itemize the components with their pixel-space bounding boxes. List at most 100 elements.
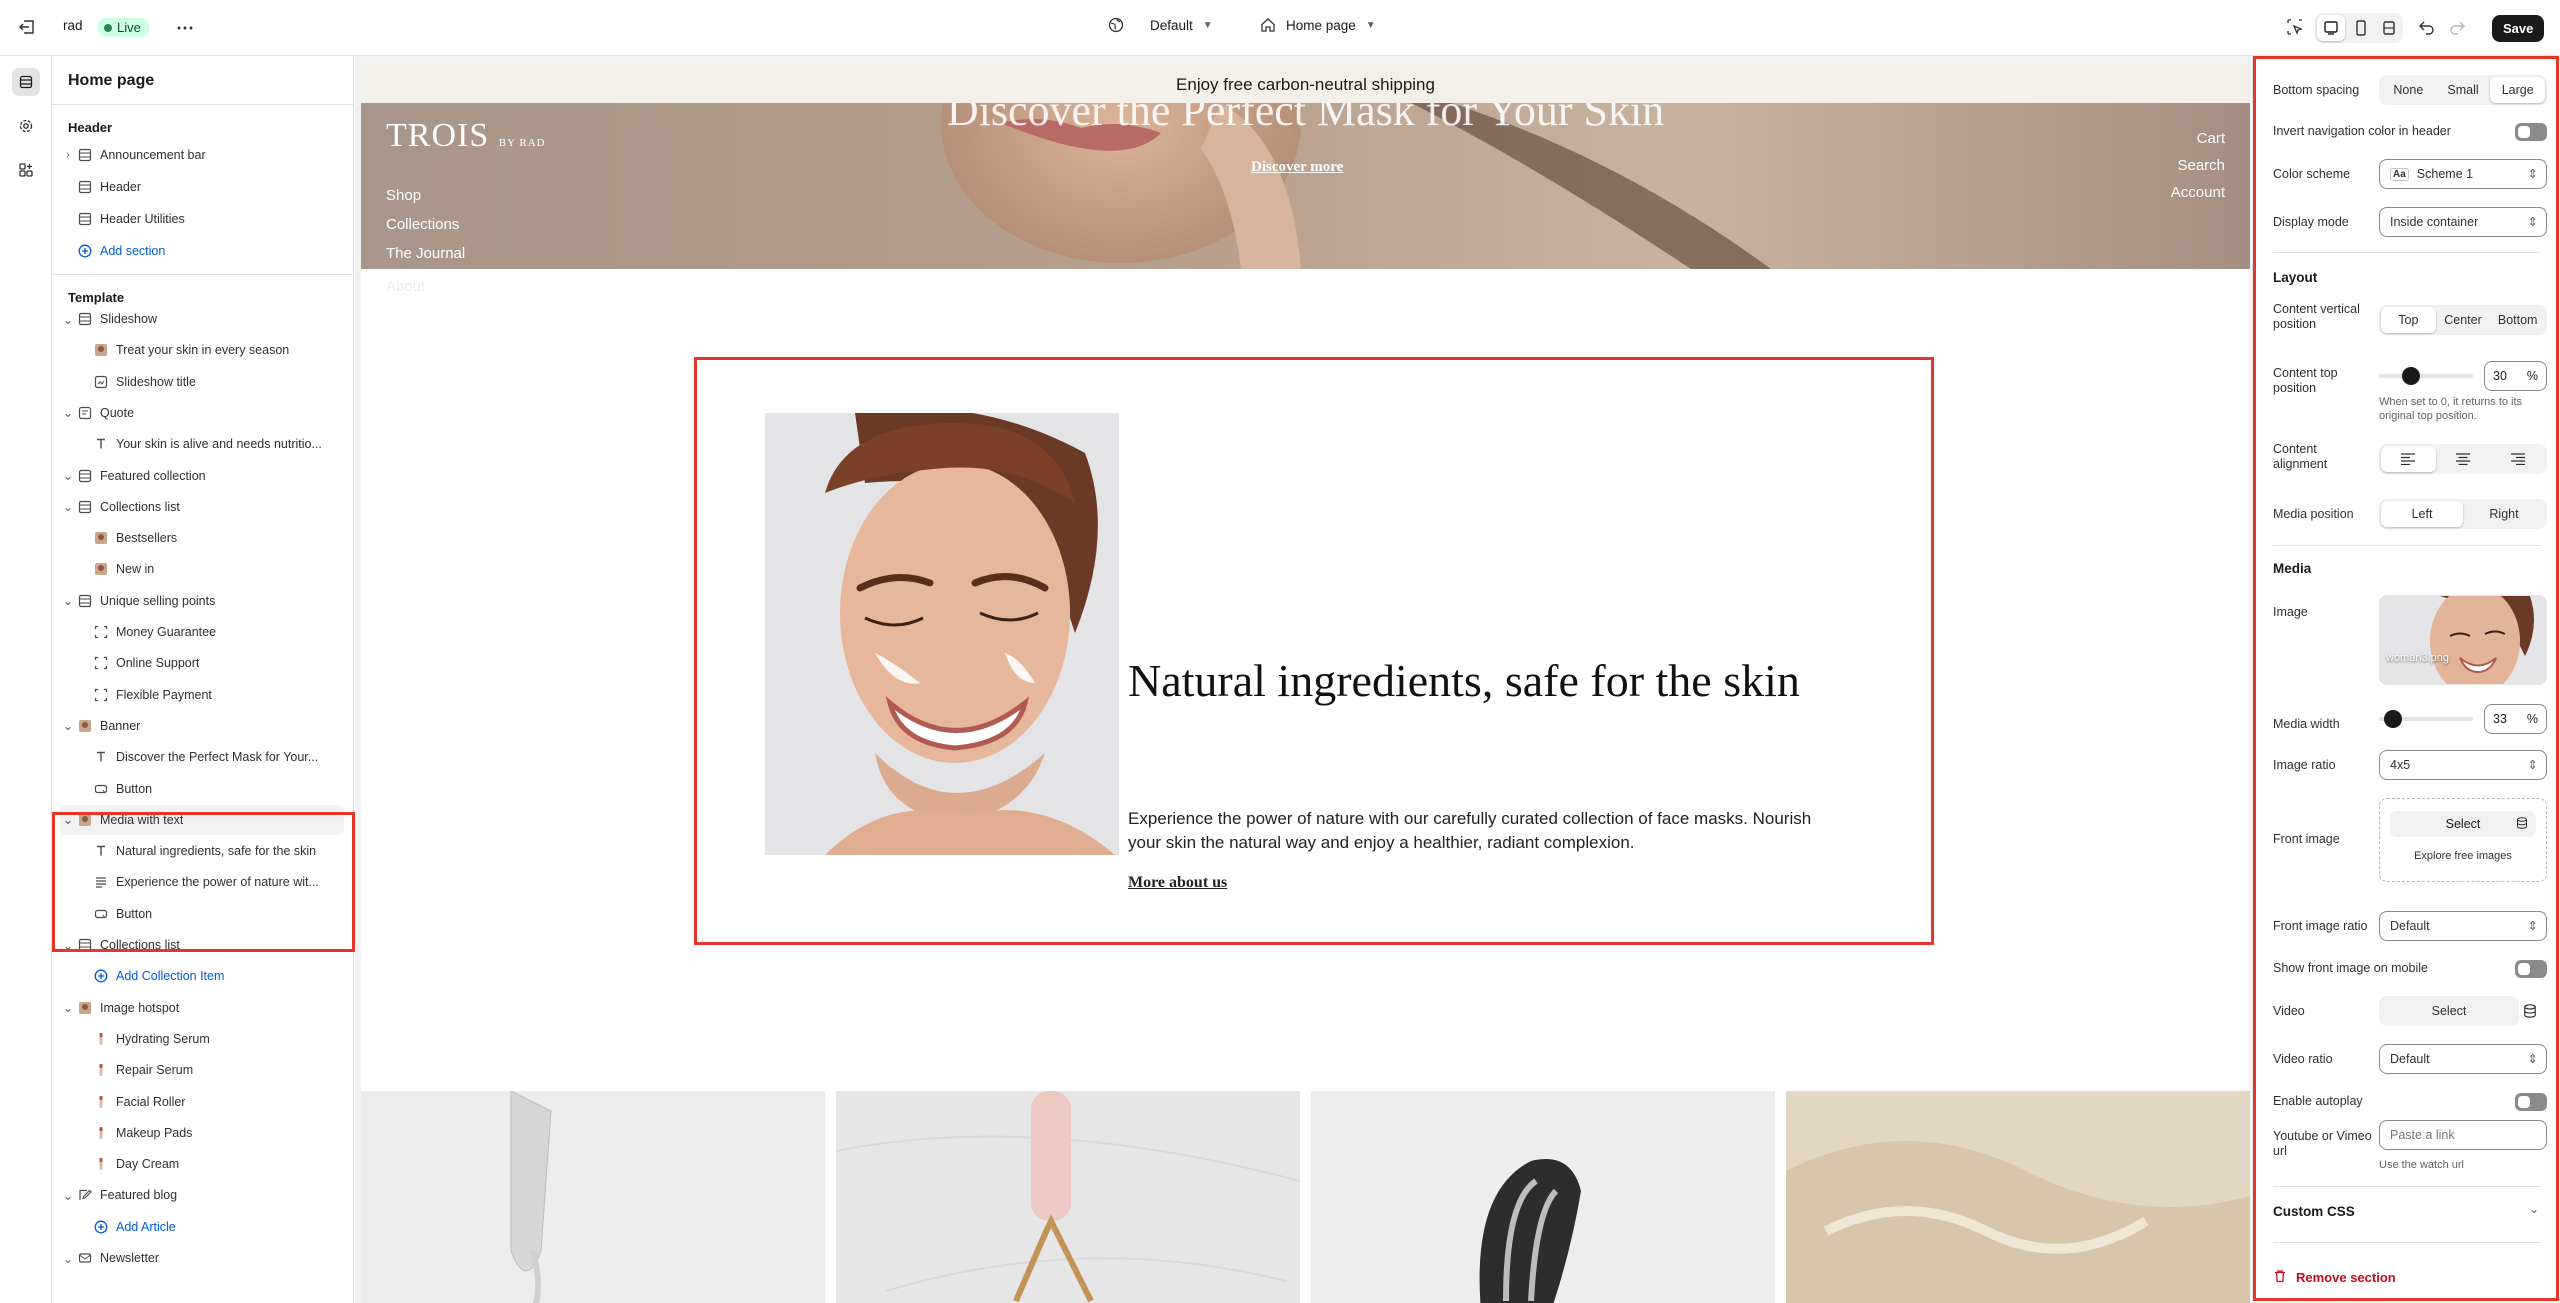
quote-icon [76,404,94,422]
nav-link-collections[interactable]: Collections [386,216,459,233]
cream-swatch-image [1311,1091,1775,1303]
sidebar-block-item[interactable]: Treat your skin in every season [60,335,344,365]
live-label: Live [117,20,141,35]
inspector-icon[interactable] [2286,18,2304,36]
cream-texture-image [1786,1091,2250,1303]
sidebar-block-item[interactable]: Your skin is alive and needs nutritio... [60,429,344,459]
image-thumb-icon [92,560,110,578]
header-group-label: Header [68,120,113,135]
sidebar-item-label: Your skin is alive and needs nutritio... [116,437,322,452]
discover-more-link[interactable]: Discover more [1251,159,1343,176]
section-icon [76,178,94,196]
sidebar-block-item[interactable]: New in [60,554,344,584]
sidebar-section-item[interactable]: ⌄ Quote [60,398,344,428]
sidebar-item-label: Hydrating Serum [116,1031,210,1046]
add-block-button[interactable]: Add Collection Item [60,961,344,991]
sections-icon[interactable] [12,68,40,96]
divider [52,274,353,275]
collection-tile[interactable] [1311,1091,1775,1303]
sidebar-item-label: Featured blog [100,1188,178,1203]
page-label: Home page [1286,17,1356,33]
hotspot-icon [92,1093,110,1111]
sidebar-item-header-utilities[interactable]: Header Utilities [60,204,344,234]
sidebar-item-label: Makeup Pads [116,1125,193,1140]
chevron-right-icon[interactable]: › [60,149,76,161]
nav-link-cart[interactable]: Cart [2197,130,2225,147]
desktop-icon[interactable] [2317,15,2345,41]
nav-link-search[interactable]: Search [2177,157,2225,174]
sidebar-item-label: Unique selling points [100,593,216,608]
sidebar-block-item[interactable]: Slideshow title [60,367,344,397]
chevron-down-icon[interactable]: ⌄ [60,1251,76,1266]
sidebar-item-label: Flexible Payment [116,687,212,702]
nav-link-about[interactable]: About [386,278,425,295]
announcement-bar[interactable]: Enjoy free carbon-neutral shipping [361,66,2250,103]
sidebar-section-item[interactable]: ⌄ Collections list [60,492,344,522]
banner-section[interactable]: Discover the Perfect Mask for Your Skin … [361,103,2250,269]
exit-icon[interactable] [18,18,36,36]
apps-icon[interactable] [12,156,40,184]
chevron-down-icon[interactable]: ⌄ [60,468,76,483]
redo-icon[interactable] [2448,18,2466,36]
nav-link-account[interactable]: Account [2171,184,2225,201]
sidebar-section-item[interactable]: ⌄ Featured collection [60,461,344,491]
theme-selector[interactable]: Default ▼ [1108,17,1213,33]
sidebar-block-item[interactable]: Makeup Pads [60,1118,344,1148]
sidebar-block-item[interactable]: Flexible Payment [60,680,344,710]
add-circle-icon [76,242,94,260]
sidebar-block-item[interactable]: Discover the Perfect Mask for Your... [60,742,344,772]
sidebar-section-item[interactable]: ⌄ Slideshow [60,304,344,334]
sidebar-block-item[interactable]: Button [60,774,344,804]
chevron-down-icon[interactable]: ⌄ [60,499,76,514]
add-section-button[interactable]: Add section [60,236,344,266]
block-icon [92,686,110,704]
section-icon [76,146,94,164]
sidebar-block-item[interactable]: Hydrating Serum [60,1024,344,1054]
sidebar-section-item[interactable]: ⌄ Newsletter [60,1243,344,1273]
sidebar-section-item[interactable]: ⌄ Image hotspot [60,993,344,1023]
chevron-down-icon[interactable]: ⌄ [60,593,76,608]
nav-link-journal[interactable]: The Journal [386,245,465,262]
add-block-button[interactable]: Add Article [60,1212,344,1242]
sidebar-item-label: Treat your skin in every season [116,343,290,358]
undo-icon[interactable] [2418,18,2436,36]
sidebar-section-item[interactable]: ⌄ Featured blog [60,1180,344,1210]
collection-tile[interactable] [1786,1091,2250,1303]
sidebar-block-item[interactable]: Facial Roller [60,1087,344,1117]
sidebar-block-item[interactable]: Repair Serum [60,1055,344,1085]
sidebar-item-label: Money Guarantee [116,625,217,639]
nav-link-shop[interactable]: Shop [386,187,421,204]
sidebar-section-item[interactable]: ⌄ Unique selling points [60,586,344,616]
collection-tile[interactable] [361,1091,825,1303]
save-button[interactable]: Save [2492,15,2545,42]
sidebar-item-label: Announcement bar [100,148,206,162]
chevron-down-icon[interactable]: ⌄ [60,312,76,327]
chevron-down-icon[interactable]: ⌄ [60,718,76,733]
block-icon [92,623,110,641]
sidebar-block-item[interactable]: Bestsellers [60,523,344,553]
image-thumb-icon [76,717,94,735]
sidebar-item-label: Day Cream [116,1157,180,1172]
sidebar-item-announcement-bar[interactable]: › Announcement bar [60,140,344,170]
sidebar-block-item[interactable]: Day Cream [60,1149,344,1179]
slide-icon [92,373,110,391]
logo-text: TROIS [386,117,490,154]
sidebar-item-label: Header Utilities [100,212,185,226]
chevron-down-icon[interactable]: ⌄ [60,1188,76,1203]
chevron-down-icon[interactable]: ⌄ [60,405,76,420]
more-actions-icon[interactable]: ⋯ [176,18,194,39]
sidebar-block-item[interactable]: Online Support [60,648,344,678]
image-thumb-icon [92,341,110,359]
globe-icon [1108,17,1124,33]
sidebar-item-label: Collections list [100,499,180,514]
sidebar-section-item[interactable]: ⌄ Banner [60,711,344,741]
store-logo[interactable]: TROIS BY RAD [386,117,546,155]
fullwidth-icon[interactable] [2375,15,2403,41]
page-selector[interactable]: Home page ▼ [1260,17,1376,33]
sidebar-item-header[interactable]: Header [60,172,344,202]
chevron-down-icon[interactable]: ⌄ [60,1000,76,1015]
settings-gear-icon[interactable] [12,112,40,140]
collection-tile[interactable] [836,1091,1300,1303]
mobile-icon[interactable] [2347,15,2375,41]
sidebar-block-item[interactable]: Money Guarantee [60,617,344,647]
